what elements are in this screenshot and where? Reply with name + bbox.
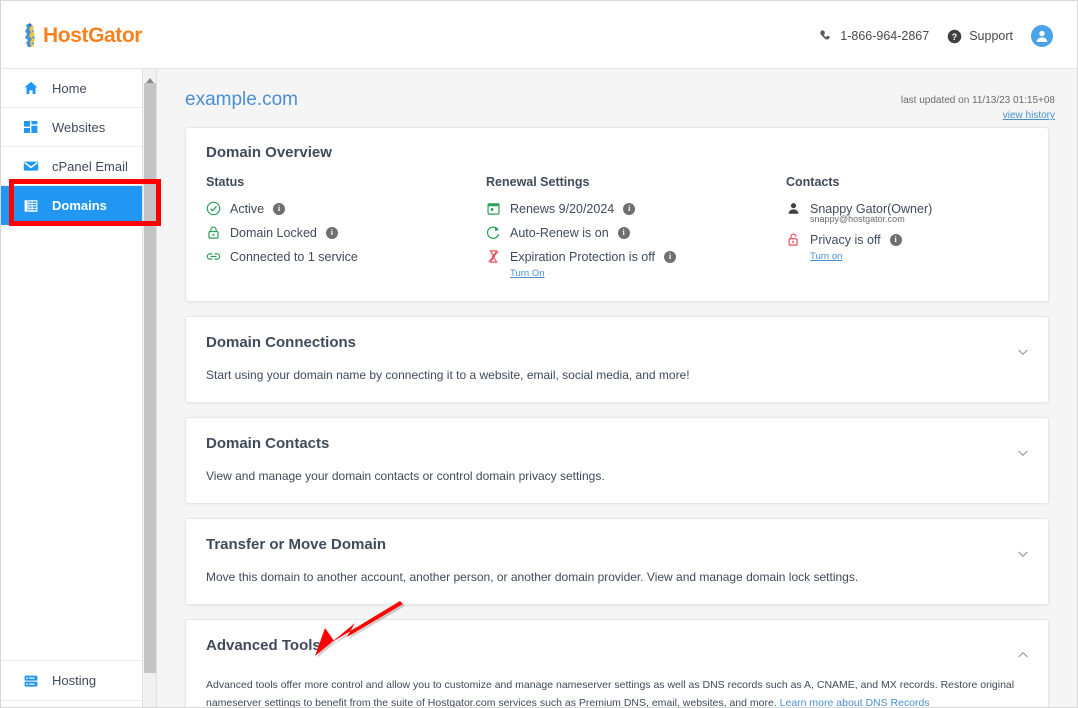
gator-mascot-icon bbox=[21, 22, 40, 49]
status-column: Status Active i Domain Locked i Connecte… bbox=[206, 175, 486, 279]
lock-closed-icon bbox=[206, 225, 221, 240]
info-icon[interactable]: i bbox=[663, 250, 676, 263]
refresh-icon bbox=[486, 225, 501, 240]
sidebar-item-hosting[interactable]: Hosting bbox=[1, 661, 156, 700]
sidebar-item-label: cPanel Email bbox=[52, 158, 128, 174]
last-updated-block: last updated on 11/13/23 01:15+08 view h… bbox=[901, 94, 1055, 124]
home-icon bbox=[23, 80, 39, 96]
avatar[interactable] bbox=[1031, 25, 1053, 47]
server-icon bbox=[23, 673, 39, 689]
phone-icon bbox=[819, 29, 833, 43]
renewal-column: Renewal Settings Renews 9/20/2024 i Auto… bbox=[486, 175, 786, 279]
status-row-locked: Domain Locked i bbox=[206, 225, 486, 240]
status-row-connected: Connected to 1 service bbox=[206, 249, 486, 264]
sidebar-item-label: Websites bbox=[52, 119, 106, 135]
domain-overview-title: Domain Overview bbox=[206, 144, 332, 161]
contacts-column: Contacts Snappy Gator(Owner) snappy@host… bbox=[786, 175, 1028, 279]
sidebar-item-cpanel-email[interactable]: cPanel Email bbox=[1, 147, 156, 186]
sidebar-nav: Home Websites cPanel Email Domains Hosti… bbox=[1, 69, 157, 707]
svg-text:?: ? bbox=[952, 31, 957, 41]
renewal-label: Expiration Protection is off bbox=[510, 249, 655, 264]
domain-overview-card: Domain Overview Status Active i Domain L… bbox=[185, 127, 1049, 302]
sidebar-scrollbar[interactable] bbox=[142, 69, 156, 707]
privacy-turn-on-link[interactable]: Turn on bbox=[810, 251, 1028, 262]
renewal-label: Renews 9/20/2024 bbox=[510, 201, 615, 216]
renewal-heading: Renewal Settings bbox=[486, 175, 590, 189]
sidebar-item-label: Home bbox=[52, 80, 87, 96]
status-row-active: Active i bbox=[206, 201, 486, 216]
chevron-down-icon[interactable] bbox=[1016, 547, 1030, 561]
domain-contacts-card[interactable]: Domain Contacts View and manage your dom… bbox=[185, 417, 1049, 504]
transfer-move-domain-title: Transfer or Move Domain bbox=[206, 536, 387, 553]
phone-number-text: 1-866-964-2867 bbox=[840, 29, 930, 43]
chevron-up-icon[interactable] bbox=[1016, 648, 1030, 662]
transfer-move-domain-card[interactable]: Transfer or Move Domain Move this domain… bbox=[185, 518, 1049, 605]
header-actions: 1-866-964-2867 ? Support bbox=[819, 23, 1053, 49]
user-avatar-icon bbox=[1036, 30, 1048, 42]
contact-owner-email: snappy@hostgator.com bbox=[810, 214, 905, 224]
sidebar-item-home[interactable]: Home bbox=[1, 69, 156, 108]
status-label: Active bbox=[230, 201, 265, 216]
sidebar-item-label: Hosting bbox=[52, 673, 97, 688]
chevron-down-icon[interactable] bbox=[1016, 345, 1030, 359]
sidebar-item-websites[interactable]: Websites bbox=[1, 108, 156, 147]
domain-connections-description: Start using your domain name by connecti… bbox=[206, 368, 690, 382]
support-label: Support bbox=[969, 29, 1013, 43]
status-label: Domain Locked bbox=[230, 225, 317, 240]
scrollbar-thumb[interactable] bbox=[144, 83, 156, 673]
domain-connections-card[interactable]: Domain Connections Start using your doma… bbox=[185, 316, 1049, 403]
last-updated-text: last updated on 11/13/23 01:15+08 bbox=[900, 95, 1055, 106]
privacy-row: Privacy is off i bbox=[786, 232, 1028, 247]
status-label: Connected to 1 service bbox=[230, 249, 358, 264]
page-title: example.com bbox=[185, 89, 298, 110]
domain-contacts-title: Domain Contacts bbox=[206, 435, 330, 452]
renewal-row-renews: Renews 9/20/2024 i bbox=[486, 201, 786, 216]
hostgator-dashboard: HostGator 1-866-964-2867 ? Support Home … bbox=[0, 0, 1078, 708]
hostgator-logo[interactable]: HostGator bbox=[21, 21, 142, 49]
info-icon[interactable]: i bbox=[889, 233, 902, 246]
hourglass-icon bbox=[486, 249, 501, 264]
privacy-label: Privacy is off bbox=[810, 232, 881, 247]
domain-contacts-description: View and manage your domain contacts or … bbox=[206, 469, 605, 483]
expiration-turn-on-link[interactable]: Turn On bbox=[510, 268, 786, 279]
renewal-row-expiration: Expiration Protection is off i bbox=[486, 249, 786, 264]
calendar-icon bbox=[486, 201, 501, 216]
question-circle-icon: ? bbox=[947, 29, 962, 44]
advanced-tools-card[interactable]: Advanced Tools Advanced tools offer more… bbox=[185, 619, 1049, 707]
chevron-down-icon[interactable] bbox=[1016, 446, 1030, 460]
view-history-link[interactable]: view history bbox=[901, 108, 1055, 124]
info-icon[interactable]: i bbox=[623, 202, 636, 215]
renewal-row-autorenew: Auto-Renew is on i bbox=[486, 225, 786, 240]
dns-records-learn-more-link[interactable]: Learn more about DNS Records bbox=[780, 697, 930, 707]
check-circle-icon bbox=[206, 201, 221, 216]
sidebar-item-label: Domains bbox=[52, 198, 107, 213]
page-header: example.com last updated on 11/13/23 01:… bbox=[157, 69, 1077, 127]
phone-number[interactable]: 1-866-964-2867 bbox=[819, 29, 929, 43]
link-icon bbox=[206, 249, 221, 264]
transfer-move-domain-description: Move this domain to another account, ano… bbox=[206, 570, 859, 584]
advanced-tools-body: Advanced tools offer more control and al… bbox=[206, 676, 1028, 707]
envelope-icon bbox=[23, 158, 39, 174]
info-icon[interactable]: i bbox=[617, 226, 630, 239]
lock-open-icon bbox=[786, 232, 801, 247]
person-icon bbox=[786, 201, 801, 216]
info-icon[interactable]: i bbox=[273, 202, 286, 215]
support-link[interactable]: ? Support bbox=[947, 29, 1013, 44]
info-icon[interactable]: i bbox=[325, 226, 338, 239]
logo-wordmark: HostGator bbox=[43, 23, 143, 47]
top-header: HostGator 1-866-964-2867 ? Support bbox=[1, 1, 1077, 69]
status-heading: Status bbox=[206, 175, 245, 189]
advanced-tools-title: Advanced Tools bbox=[206, 637, 321, 654]
renewal-label: Auto-Renew is on bbox=[510, 225, 609, 240]
grid-icon bbox=[23, 119, 39, 135]
contacts-heading: Contacts bbox=[786, 175, 840, 189]
main-content: example.com last updated on 11/13/23 01:… bbox=[157, 69, 1077, 707]
domains-icon bbox=[23, 198, 39, 214]
sidebar-bottom-section: Hosting bbox=[1, 660, 156, 701]
domain-connections-title: Domain Connections bbox=[206, 334, 357, 351]
scroll-up-arrow-icon[interactable] bbox=[145, 72, 155, 83]
sidebar-item-domains[interactable]: Domains bbox=[1, 186, 156, 225]
